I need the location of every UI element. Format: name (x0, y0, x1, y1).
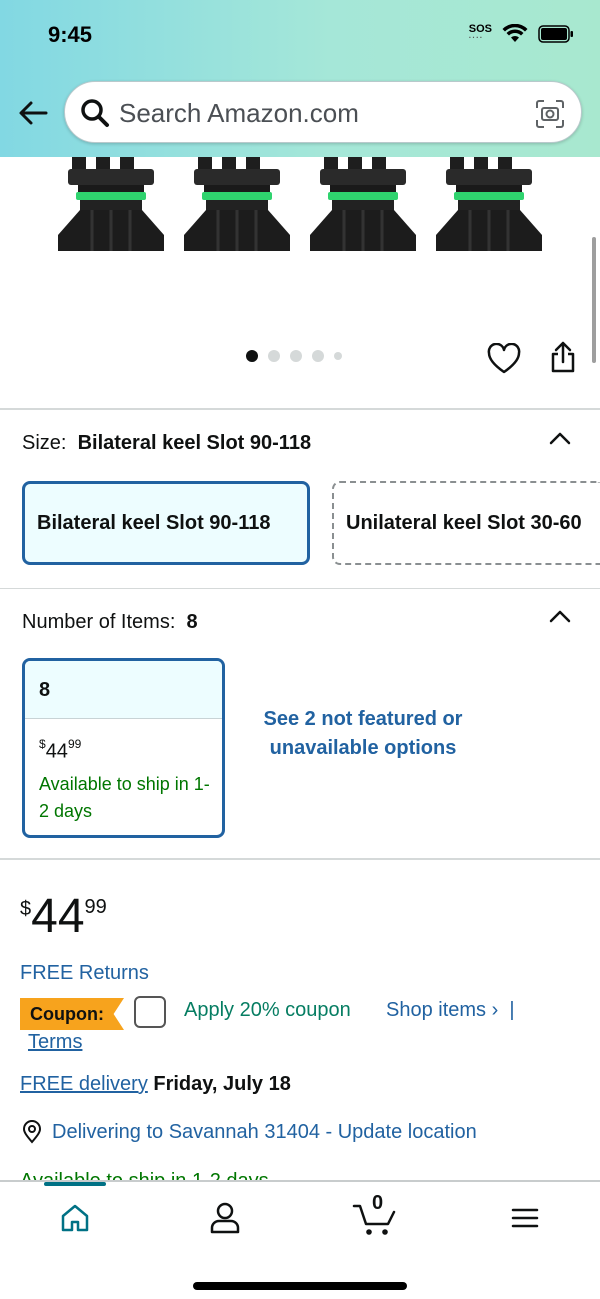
chevron-up-icon[interactable] (548, 430, 572, 446)
price-whole: 44 (45, 740, 68, 763)
price-symbol: $ (39, 737, 46, 751)
section-divider (0, 408, 600, 410)
delivery-date: Friday, July 18 (153, 1073, 291, 1095)
location-pin-icon (22, 1120, 42, 1144)
chevron-up-icon[interactable] (548, 608, 572, 624)
apply-coupon-label[interactable]: Apply 20% coupon (184, 999, 351, 1022)
items-label-row: Number of Items: 8 (22, 611, 198, 634)
camera-search-icon[interactable] (535, 99, 565, 129)
item-count-option-selected[interactable]: 8 $4499 Available to ship in 1-2 days (22, 658, 225, 838)
section-divider (0, 588, 600, 589)
heart-icon[interactable] (487, 343, 521, 375)
free-delivery-link[interactable]: FREE delivery (20, 1073, 148, 1095)
items-label: Number of Items: (22, 611, 176, 633)
see-unavailable-options-link[interactable]: See 2 not featured or unavailable option… (252, 705, 474, 763)
app-header: 9:45 SOS ···· (0, 0, 600, 157)
item-count-label: 8 (25, 661, 222, 719)
coupon-separator: | (509, 999, 515, 1021)
free-returns-link[interactable]: FREE Returns (20, 962, 149, 985)
gallery-pagination (246, 350, 342, 362)
coupon-checkbox[interactable] (134, 996, 166, 1028)
sos-signal-dots: ···· (468, 33, 484, 42)
page-scrollbar[interactable] (592, 237, 596, 363)
gallery-dot[interactable] (268, 350, 280, 362)
gallery-dot[interactable] (290, 350, 302, 362)
size-option-selected[interactable]: Bilateral keel Slot 90-118 (22, 481, 310, 565)
item-option-price: $4499 (39, 737, 82, 764)
product-image-pedestal (436, 157, 542, 251)
size-option[interactable]: Unilateral keel Slot 30-60 (332, 481, 600, 565)
size-option-label: Unilateral keel Slot 30-60 (346, 511, 582, 534)
price-fraction: 99 (84, 896, 107, 918)
gallery-dot[interactable] (334, 352, 342, 360)
location-text: Delivering to Savannah 31404 - Update lo… (52, 1120, 477, 1143)
price-fraction: 99 (67, 737, 82, 751)
nav-active-indicator (44, 1182, 106, 1186)
size-option-label: Bilateral keel Slot 90-118 (37, 511, 271, 534)
search-icon (81, 99, 109, 127)
delivery-location-link[interactable]: Delivering to Savannah 31404 - Update lo… (20, 1120, 477, 1144)
section-divider (0, 858, 600, 860)
size-label-row: Size: Bilateral keel Slot 90-118 (22, 432, 311, 455)
sos-indicator: SOS ···· (468, 24, 492, 42)
cart-button[interactable]: 0 (352, 1192, 398, 1238)
account-icon[interactable] (207, 1200, 243, 1236)
gallery-dot[interactable] (312, 350, 324, 362)
product-image-pedestal (310, 157, 416, 251)
home-indicator (193, 1282, 407, 1290)
coupon-badge: Coupon: (20, 998, 124, 1030)
coupon-shop-items-row: Shop items › | (386, 999, 515, 1022)
menu-icon[interactable] (507, 1200, 543, 1236)
delivery-info: FREE delivery Friday, July 18 (20, 1073, 291, 1096)
home-icon[interactable] (57, 1200, 93, 1236)
back-arrow-icon[interactable] (16, 96, 50, 130)
product-image-pedestal (58, 157, 164, 251)
shop-items-link[interactable]: Shop items › (386, 999, 498, 1021)
cart-count: 0 (372, 1192, 384, 1214)
coupon-terms-link[interactable]: Terms (28, 1031, 82, 1054)
battery-icon (538, 25, 573, 43)
product-price: $ 44 99 (20, 892, 107, 942)
search-input[interactable] (119, 94, 519, 132)
price-symbol: $ (20, 898, 32, 920)
status-time: 9:45 (48, 22, 93, 47)
product-image-pedestal (184, 157, 290, 251)
items-selected-value: 8 (186, 611, 198, 633)
bottom-navigation: 0 (0, 1180, 600, 1299)
search-bar[interactable] (64, 81, 582, 143)
gallery-dot-active[interactable] (246, 350, 258, 362)
item-option-availability: Available to ship in 1-2 days (39, 774, 210, 821)
price-whole: 44 (31, 890, 85, 943)
wifi-icon (502, 24, 528, 42)
share-icon[interactable] (548, 340, 578, 374)
product-image-gallery[interactable] (0, 157, 600, 407)
status-icons: SOS ···· (469, 24, 574, 44)
size-selected-value: Bilateral keel Slot 90-118 (77, 432, 312, 454)
size-label: Size: (22, 432, 67, 454)
